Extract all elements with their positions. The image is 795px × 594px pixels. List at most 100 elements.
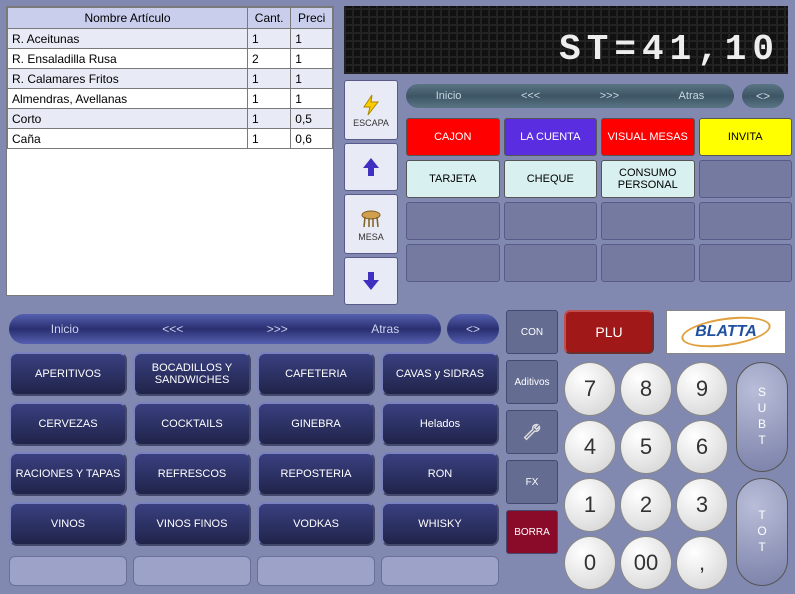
led-display: ST=41,10 bbox=[344, 6, 788, 74]
mesa-button[interactable]: MESA bbox=[344, 194, 398, 254]
numpad-,[interactable]: , bbox=[676, 536, 728, 590]
category-button[interactable]: VODKAS bbox=[257, 502, 375, 546]
cat-nav-prev[interactable]: <<< bbox=[162, 322, 183, 336]
category-button[interactable]: VINOS FINOS bbox=[133, 502, 251, 546]
plu-button[interactable]: PLU bbox=[564, 310, 654, 354]
lightning-icon bbox=[359, 93, 383, 117]
category-button[interactable]: RACIONES Y TAPAS bbox=[9, 452, 127, 496]
action-empty[interactable] bbox=[699, 244, 793, 282]
numpad-9[interactable]: 9 bbox=[676, 362, 728, 416]
order-cell-price: 0,6 bbox=[291, 129, 333, 149]
category-grid: APERITIVOSBOCADILLOS Y SANDWICHESCAFETER… bbox=[9, 352, 499, 546]
table-icon bbox=[359, 207, 383, 231]
order-row[interactable]: Corto10,5 bbox=[8, 109, 333, 129]
order-cell-qty: 1 bbox=[248, 129, 291, 149]
arrow-up-button[interactable] bbox=[344, 143, 398, 191]
order-row[interactable]: Caña10,6 bbox=[8, 129, 333, 149]
numpad-1[interactable]: 1 bbox=[564, 478, 616, 532]
top-nav-diamond[interactable]: <> bbox=[742, 84, 784, 108]
order-table[interactable]: Nombre Artículo Cant. Preci R. Aceitunas… bbox=[6, 6, 334, 296]
order-cell-name: Corto bbox=[8, 109, 248, 129]
category-button[interactable]: WHISKY bbox=[381, 502, 499, 546]
action-grid: CAJON LA CUENTA VISUAL MESAS INVITA TARJ… bbox=[406, 118, 792, 282]
cat-nav-next[interactable]: >>> bbox=[267, 322, 288, 336]
action-empty[interactable] bbox=[406, 244, 500, 282]
category-button[interactable]: GINEBRA bbox=[257, 402, 375, 446]
cat-empty[interactable] bbox=[9, 556, 127, 586]
cheque-button[interactable]: CHEQUE bbox=[504, 160, 598, 198]
visualmesas-button[interactable]: VISUAL MESAS bbox=[601, 118, 695, 156]
escapa-button[interactable]: ESCAPA bbox=[344, 80, 398, 140]
category-button[interactable]: CAVAS y SIDRAS bbox=[381, 352, 499, 396]
category-button[interactable]: REPOSTERIA bbox=[257, 452, 375, 496]
cat-nav-inicio[interactable]: Inicio bbox=[51, 322, 79, 336]
order-cell-price: 1 bbox=[291, 89, 333, 109]
action-empty[interactable] bbox=[504, 244, 598, 282]
order-cell-name: R. Ensaladilla Rusa bbox=[8, 49, 248, 69]
top-nav-prev[interactable]: <<< bbox=[515, 90, 546, 102]
numpad-7[interactable]: 7 bbox=[564, 362, 616, 416]
numpad-00[interactable]: 00 bbox=[620, 536, 672, 590]
cat-nav-atras[interactable]: Atras bbox=[371, 322, 399, 336]
aditivos-button[interactable]: Aditivos bbox=[506, 360, 558, 404]
borra-button[interactable]: BORRA bbox=[506, 510, 558, 554]
con-button[interactable]: CON bbox=[506, 310, 558, 354]
top-nav-next[interactable]: >>> bbox=[594, 90, 625, 102]
cat-empty[interactable] bbox=[381, 556, 499, 586]
cat-nav-diamond[interactable]: <> bbox=[447, 314, 499, 344]
action-empty[interactable] bbox=[406, 202, 500, 240]
order-cell-price: 0,5 bbox=[291, 109, 333, 129]
numpad-4[interactable]: 4 bbox=[564, 420, 616, 474]
category-button[interactable]: CAFETERIA bbox=[257, 352, 375, 396]
order-row[interactable]: R. Calamares Fritos11 bbox=[8, 69, 333, 89]
category-button[interactable]: BOCADILLOS Y SANDWICHES bbox=[133, 352, 251, 396]
numpad-5[interactable]: 5 bbox=[620, 420, 672, 474]
action-empty[interactable] bbox=[699, 160, 793, 198]
subt-button[interactable]: SUBT bbox=[736, 362, 788, 472]
category-button[interactable]: COCKTAILS bbox=[133, 402, 251, 446]
action-empty[interactable] bbox=[504, 202, 598, 240]
order-cell-qty: 1 bbox=[248, 89, 291, 109]
col-nombre: Nombre Artículo bbox=[8, 8, 248, 29]
numpad-8[interactable]: 8 bbox=[620, 362, 672, 416]
order-row[interactable]: R. Aceitunas11 bbox=[8, 29, 333, 49]
action-empty[interactable] bbox=[699, 202, 793, 240]
consumopersonal-button[interactable]: CONSUMO PERSONAL bbox=[601, 160, 695, 198]
arrow-down-button[interactable] bbox=[344, 257, 398, 305]
cat-empty[interactable] bbox=[257, 556, 375, 586]
cat-empty[interactable] bbox=[133, 556, 251, 586]
top-nav-atras[interactable]: Atras bbox=[673, 90, 711, 102]
wrench-button[interactable] bbox=[506, 410, 558, 454]
category-button[interactable]: Helados bbox=[381, 402, 499, 446]
top-nav-inicio[interactable]: Inicio bbox=[430, 90, 468, 102]
cajon-button[interactable]: CAJON bbox=[406, 118, 500, 156]
numpad-0[interactable]: 0 bbox=[564, 536, 616, 590]
tot-button[interactable]: TOT bbox=[736, 478, 788, 586]
order-row[interactable]: Almendras, Avellanas11 bbox=[8, 89, 333, 109]
category-button[interactable]: RON bbox=[381, 452, 499, 496]
lacuenta-button[interactable]: LA CUENTA bbox=[504, 118, 598, 156]
category-button[interactable]: VINOS bbox=[9, 502, 127, 546]
numpad-6[interactable]: 6 bbox=[676, 420, 728, 474]
order-cell-name: Almendras, Avellanas bbox=[8, 89, 248, 109]
category-button[interactable]: APERITIVOS bbox=[9, 352, 127, 396]
action-empty[interactable] bbox=[601, 244, 695, 282]
fx-button[interactable]: FX bbox=[506, 460, 558, 504]
numpad-2[interactable]: 2 bbox=[620, 478, 672, 532]
led-text: ST=41,10 bbox=[559, 29, 780, 70]
order-cell-price: 1 bbox=[291, 49, 333, 69]
order-cell-qty: 1 bbox=[248, 109, 291, 129]
category-button[interactable]: CERVEZAS bbox=[9, 402, 127, 446]
numpad: 789456123000, bbox=[564, 362, 728, 590]
order-cell-qty: 1 bbox=[248, 29, 291, 49]
action-empty[interactable] bbox=[601, 202, 695, 240]
cat-nav-pill[interactable]: Inicio <<< >>> Atras bbox=[9, 314, 441, 344]
order-row[interactable]: R. Ensaladilla Rusa21 bbox=[8, 49, 333, 69]
arrow-up-icon bbox=[359, 155, 383, 179]
invita-button[interactable]: INVITA bbox=[699, 118, 793, 156]
top-nav-pill[interactable]: Inicio <<< >>> Atras bbox=[406, 84, 734, 108]
tarjeta-button[interactable]: TARJETA bbox=[406, 160, 500, 198]
category-button[interactable]: REFRESCOS bbox=[133, 452, 251, 496]
numpad-3[interactable]: 3 bbox=[676, 478, 728, 532]
col-precio: Preci bbox=[291, 8, 333, 29]
